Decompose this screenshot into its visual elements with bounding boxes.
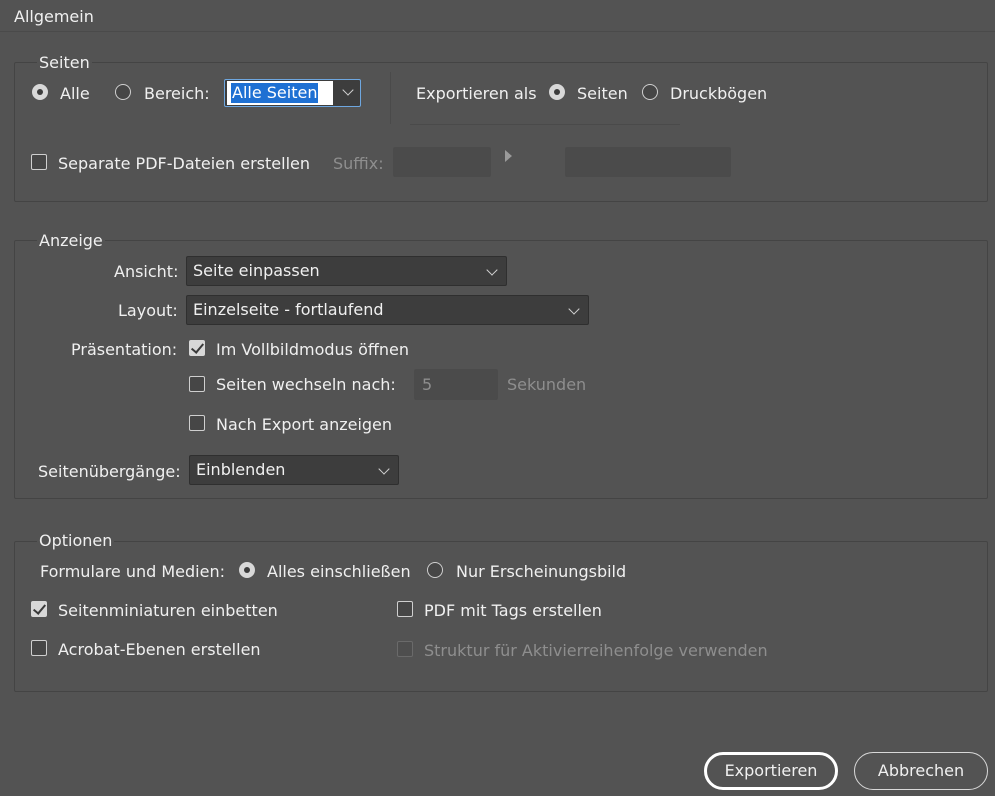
layout-label: Layout: <box>118 301 178 320</box>
radio-nur-erscheinungsbild[interactable] <box>427 562 443 578</box>
sekunden-label: Sekunden <box>507 375 587 394</box>
alles-einschliessen-label: Alles einschließen <box>267 562 411 581</box>
vollbild-label: Im Vollbildmodus öffnen <box>216 340 410 359</box>
bereich-input-value: Alle Seiten <box>231 83 319 103</box>
checkbox-struktur[interactable] <box>397 641 413 657</box>
uebergaenge-select[interactable]: Einblenden <box>189 455 399 485</box>
checkbox-separate-pdf[interactable] <box>31 154 47 170</box>
praesentation-label: Präsentation: <box>71 340 178 359</box>
radio-export-druckboegen[interactable] <box>642 84 658 100</box>
radio-alle[interactable] <box>32 84 48 100</box>
separate-pdf-label: Separate PDF-Dateien erstellen <box>58 154 310 173</box>
radio-bereich-label: Bereich: <box>144 84 210 103</box>
acrobat-ebenen-label: Acrobat-Ebenen erstellen <box>58 640 261 659</box>
radio-export-druckboegen-label: Druckbögen <box>670 84 768 103</box>
anzeige-section-title: Anzeige <box>37 231 105 250</box>
struktur-label: Struktur für Aktivierreihenfolge verwend… <box>424 641 768 660</box>
ansicht-select[interactable]: Seite einpassen <box>186 256 507 286</box>
checkbox-acrobat-ebenen[interactable] <box>31 640 47 656</box>
radio-alles-einschliessen[interactable] <box>239 562 255 578</box>
subsection-divider <box>410 124 680 125</box>
formulare-label: Formulare und Medien: <box>40 562 225 581</box>
suffix-variable-field[interactable] <box>565 147 731 177</box>
seiten-wechseln-label: Seiten wechseln nach: <box>216 375 396 394</box>
export-button[interactable]: Exportieren <box>704 752 838 790</box>
miniaturen-label: Seitenminiaturen einbetten <box>58 601 278 620</box>
suffix-label: Suffix: <box>333 154 384 173</box>
chevron-down-icon <box>378 463 390 475</box>
bereich-input[interactable]: Alle Seiten <box>227 81 333 105</box>
ansicht-label: Ansicht: <box>114 262 179 281</box>
pdf-tags-label: PDF mit Tags erstellen <box>424 601 602 620</box>
bereich-combobox[interactable]: Alle Seiten <box>224 79 361 107</box>
radio-export-seiten[interactable] <box>549 84 565 100</box>
checkbox-pdf-tags[interactable] <box>397 601 413 617</box>
page-title: Allgemein <box>14 7 94 26</box>
vertical-separator <box>390 72 391 124</box>
nur-erscheinungsbild-label: Nur Erscheinungsbild <box>456 562 627 581</box>
suffix-input[interactable] <box>393 147 491 177</box>
checkbox-seiten-wechseln[interactable] <box>189 376 205 392</box>
nach-export-label: Nach Export anzeigen <box>216 415 393 434</box>
export-as-label: Exportieren als <box>416 84 537 103</box>
checkbox-nach-export[interactable] <box>189 415 205 431</box>
checkbox-vollbild[interactable] <box>189 340 205 356</box>
seiten-section <box>14 62 988 202</box>
layout-select[interactable]: Einzelseite - fortlaufend <box>186 295 589 325</box>
checkbox-miniaturen[interactable] <box>31 601 47 617</box>
play-icon <box>505 150 512 162</box>
chevron-down-icon <box>342 84 354 96</box>
layout-select-value: Einzelseite - fortlaufend <box>193 300 384 319</box>
uebergaenge-select-value: Einblenden <box>196 460 286 479</box>
wechseln-seconds-input[interactable]: 5 <box>414 369 498 400</box>
wechseln-seconds-value: 5 <box>422 375 433 394</box>
chevron-down-icon <box>568 303 580 315</box>
bereich-dropdown-button[interactable] <box>335 80 360 106</box>
cancel-button[interactable]: Abbrechen <box>854 752 988 790</box>
header-divider <box>0 31 995 32</box>
radio-export-seiten-label: Seiten <box>577 84 628 103</box>
optionen-section-title: Optionen <box>37 531 115 550</box>
uebergaenge-label: Seitenübergänge: <box>38 462 181 481</box>
seiten-section-title: Seiten <box>37 53 92 72</box>
radio-alle-label: Alle <box>60 84 90 103</box>
radio-bereich[interactable] <box>115 84 131 100</box>
ansicht-select-value: Seite einpassen <box>193 261 320 280</box>
chevron-down-icon <box>486 264 498 276</box>
